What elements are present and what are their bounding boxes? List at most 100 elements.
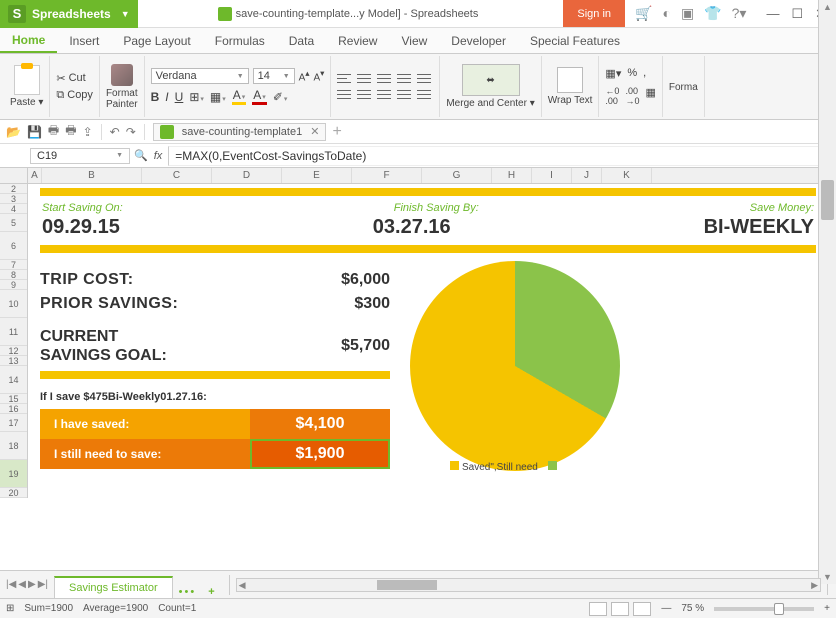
row-header-12[interactable]: 12 — [0, 346, 27, 356]
export-icon[interactable]: ⇪ — [83, 125, 93, 139]
app-menu-button[interactable]: S Spreadsheets ▼ — [0, 0, 138, 28]
row-header-8[interactable]: 8 — [0, 270, 27, 280]
theme-icon[interactable]: 👕 — [704, 5, 721, 22]
merge-icon[interactable]: ⬌ — [462, 64, 520, 96]
scroll-right-arrow-icon[interactable]: ▶ — [811, 580, 818, 591]
page-layout-view-button[interactable] — [611, 602, 629, 616]
increase-font-button[interactable]: A▴ — [299, 68, 310, 83]
zoom-fx-icon[interactable]: 🔍 — [134, 149, 148, 162]
row-header-7[interactable]: 7 — [0, 260, 27, 270]
save-icon[interactable]: 💾 — [27, 125, 42, 139]
font-color-button[interactable]: A▾ — [252, 88, 267, 105]
font-size-select[interactable]: 14▼ — [253, 68, 295, 84]
row-header-4[interactable]: 4 — [0, 204, 27, 214]
sign-in-button[interactable]: Sign in — [563, 0, 625, 27]
scroll-left-arrow-icon[interactable]: ◀ — [239, 580, 246, 591]
col-header-E[interactable]: E — [282, 168, 352, 183]
decrease-font-button[interactable]: A▾ — [313, 68, 324, 83]
increase-decimal-button[interactable]: ←0.00 — [605, 86, 619, 106]
col-header-A[interactable]: A — [28, 168, 42, 183]
row-header-16[interactable]: 16 — [0, 404, 27, 414]
print-preview-icon[interactable]: 🖶 — [65, 121, 76, 142]
row-header-13[interactable]: 13 — [0, 356, 27, 366]
cart-icon[interactable]: 🛒 — [635, 5, 652, 22]
redo-icon[interactable]: ↷ — [126, 125, 136, 139]
name-box[interactable]: C19▼ — [30, 148, 130, 164]
scroll-up-arrow-icon[interactable]: ▲ — [823, 2, 832, 12]
italic-button[interactable]: I — [165, 90, 168, 104]
zoom-knob[interactable] — [774, 603, 784, 615]
justify-button[interactable] — [397, 89, 411, 101]
align-top-center-button[interactable] — [357, 73, 371, 85]
increase-indent-button[interactable] — [417, 73, 431, 85]
row-header-18[interactable]: 18 — [0, 432, 27, 460]
add-sheet-button[interactable]: + — [202, 586, 220, 598]
wrap-text-icon[interactable] — [557, 67, 583, 93]
wrap-text-button[interactable]: Wrap Text — [548, 95, 593, 106]
tab-special-features[interactable]: Special Features — [518, 28, 632, 53]
align-right-button[interactable] — [377, 89, 391, 101]
hscroll-thumb[interactable] — [377, 580, 437, 590]
vscroll-thumb[interactable] — [821, 180, 834, 220]
minimize-button[interactable]: — — [766, 6, 779, 22]
tab-page-layout[interactable]: Page Layout — [111, 28, 202, 53]
sheet-canvas[interactable]: Start Saving On: Finish Saving By: Save … — [28, 184, 836, 570]
align-left-button[interactable] — [337, 89, 351, 101]
tab-formulas[interactable]: Formulas — [203, 28, 277, 53]
style-button[interactable]: ✐▾ — [273, 90, 288, 104]
underline-button[interactable]: U — [175, 90, 184, 104]
row-header-15[interactable]: 15 — [0, 394, 27, 404]
row-header-9[interactable]: 9 — [0, 280, 27, 290]
open-icon[interactable]: 📂 — [6, 125, 21, 139]
page-break-view-button[interactable] — [633, 602, 651, 616]
row-header-10[interactable]: 10 — [0, 290, 27, 318]
percent-button[interactable]: % — [627, 67, 637, 80]
tab-view[interactable]: View — [389, 28, 439, 53]
tab-home[interactable]: Home — [0, 28, 57, 53]
undo-icon[interactable]: ↶ — [110, 125, 120, 139]
prev-sheet-button[interactable]: ◀ — [18, 579, 26, 590]
print-icon[interactable]: 🖶 — [48, 121, 59, 142]
highlight-color-button[interactable]: A▾ — [232, 88, 247, 105]
workbook-tab[interactable]: save-counting-template1 ✕ — [153, 123, 327, 141]
col-header-G[interactable]: G — [422, 168, 492, 183]
horizontal-scrollbar[interactable]: ◀ ▶ — [236, 578, 821, 592]
normal-view-button[interactable] — [589, 602, 607, 616]
d-icon[interactable]: ◐ — [662, 5, 670, 22]
next-sheet-button[interactable]: ▶ — [28, 579, 36, 590]
row-header-14[interactable]: 14 — [0, 366, 27, 394]
zoom-in-button[interactable]: + — [824, 603, 830, 614]
row-headers[interactable]: 234567891011121314151617181920 — [0, 184, 28, 498]
row-header-2[interactable]: 2 — [0, 184, 27, 194]
help-icon[interactable]: ?▾ — [732, 5, 747, 22]
sheet-overflow-button[interactable]: ••• — [173, 586, 203, 598]
col-header-J[interactable]: J — [572, 168, 602, 183]
scroll-down-arrow-icon[interactable]: ▼ — [823, 572, 832, 582]
formula-input[interactable]: =MAX(0,EventCost-SavingsToDate) — [168, 146, 836, 166]
row-header-3[interactable]: 3 — [0, 194, 27, 204]
maximize-button[interactable]: ☐ — [791, 6, 803, 22]
tab-developer[interactable]: Developer — [439, 28, 518, 53]
decrease-indent-button[interactable] — [397, 73, 411, 85]
new-tab-button[interactable]: + — [332, 123, 341, 141]
font-name-select[interactable]: Verdana▼ — [151, 68, 249, 84]
zoom-slider[interactable] — [714, 607, 814, 611]
last-sheet-button[interactable]: ▶| — [38, 579, 48, 590]
col-header-F[interactable]: F — [352, 168, 422, 183]
row-header-5[interactable]: 5 — [0, 214, 27, 232]
row-header-11[interactable]: 11 — [0, 318, 27, 346]
distribute-button[interactable] — [417, 89, 431, 101]
tab-insert[interactable]: Insert — [57, 28, 111, 53]
col-header-I[interactable]: I — [532, 168, 572, 183]
format-button[interactable]: Forma — [669, 82, 698, 93]
merge-button[interactable]: Merge and Center ▾ — [446, 98, 534, 109]
col-header-K[interactable]: K — [602, 168, 652, 183]
format-painter-icon[interactable] — [111, 64, 133, 86]
paste-label[interactable]: Paste ▾ — [10, 97, 43, 108]
row-header-19[interactable]: 19 — [0, 460, 27, 488]
zoom-level[interactable]: 75 % — [681, 603, 704, 614]
decrease-decimal-button[interactable]: .00→0 — [625, 86, 639, 106]
copy-button[interactable]: ⧉ Copy — [56, 89, 93, 102]
first-sheet-button[interactable]: |◀ — [6, 579, 16, 590]
paste-icon[interactable] — [14, 65, 40, 95]
